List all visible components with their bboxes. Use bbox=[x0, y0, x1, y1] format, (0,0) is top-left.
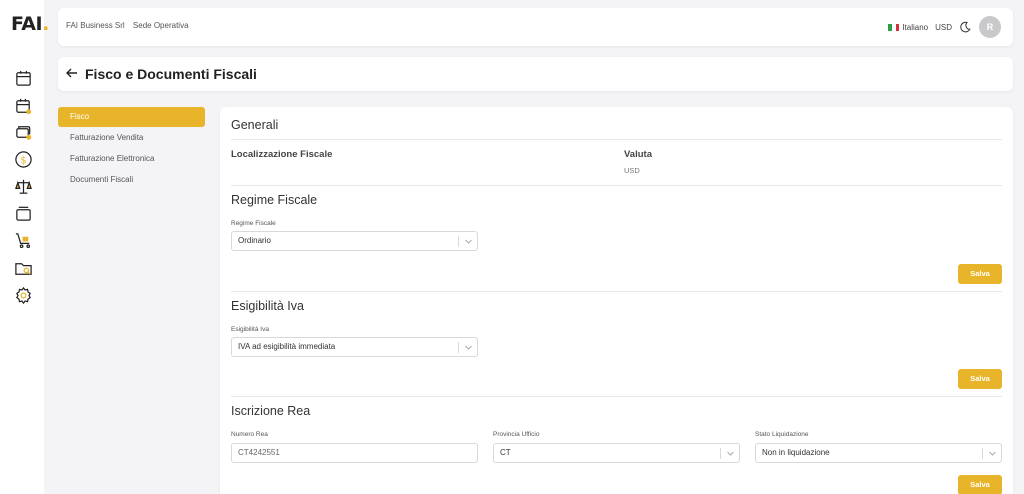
avatar[interactable]: R bbox=[979, 16, 1001, 38]
valuta-value: USD bbox=[624, 166, 640, 175]
stato-liquidazione-label: Stato Liquidazione bbox=[755, 431, 809, 438]
save-esigibilita-button[interactable]: Salva bbox=[958, 369, 1002, 389]
italy-flag-icon bbox=[888, 23, 900, 31]
select-separator bbox=[982, 448, 983, 459]
logo[interactable]: FAI. bbox=[11, 13, 49, 35]
nav-item-fatturazione-vendita[interactable]: Fatturazione Vendita bbox=[58, 128, 205, 148]
localizzazione-label: Localizzazione Fiscale bbox=[231, 149, 333, 160]
site-name[interactable]: Sede Operativa bbox=[133, 21, 189, 30]
back-arrow-icon[interactable] bbox=[65, 66, 79, 80]
provincia-ufficio-value: CT bbox=[500, 448, 511, 457]
chevron-down-icon bbox=[989, 451, 996, 456]
folder-search-icon[interactable] bbox=[13, 258, 33, 278]
stato-liquidazione-select[interactable]: Non in liquidazione bbox=[755, 443, 1002, 463]
company-name[interactable]: FAI Business Srl bbox=[66, 21, 125, 30]
numero-rea-label: Numero Rea bbox=[231, 431, 268, 438]
logo-text: FAI bbox=[11, 13, 43, 35]
divider bbox=[231, 139, 1002, 140]
cards-icon[interactable] bbox=[13, 122, 33, 142]
nav-item-fatturazione-elettronica[interactable]: Fatturazione Elettronica bbox=[58, 149, 205, 169]
section-title-regime-fiscale: Regime Fiscale bbox=[231, 193, 318, 207]
nav-item-documenti-fiscali[interactable]: Documenti Fiscali bbox=[58, 170, 205, 190]
divider bbox=[231, 291, 1002, 292]
sidebar-rail: FAI. $ bbox=[0, 0, 49, 494]
top-bar: FAI Business Srl Sede Operativa Italiano… bbox=[58, 8, 1013, 46]
main-panel: Generali Localizzazione Fiscale Valuta U… bbox=[220, 107, 1013, 494]
calendar-icon[interactable] bbox=[13, 68, 33, 88]
moon-icon[interactable] bbox=[959, 21, 971, 33]
company-breadcrumb: FAI Business Srl Sede Operativa bbox=[66, 21, 195, 30]
numero-rea-input[interactable]: CT4242551 bbox=[231, 443, 478, 463]
language-selector[interactable]: Italiano bbox=[902, 23, 928, 32]
divider bbox=[231, 185, 1002, 186]
regime-fiscale-label: Regime Fiscale bbox=[231, 220, 276, 227]
calendar-user-icon[interactable] bbox=[13, 96, 33, 116]
save-rea-button[interactable]: Salva bbox=[958, 475, 1002, 494]
esigibilita-iva-select[interactable]: IVA ad esigibilità immediata bbox=[231, 337, 478, 357]
chevron-down-icon bbox=[465, 345, 472, 350]
logo-dot: . bbox=[42, 13, 49, 35]
scale-icon[interactable] bbox=[13, 176, 33, 196]
title-bar: Fisco e Documenti Fiscali bbox=[58, 57, 1013, 91]
divider bbox=[231, 396, 1002, 397]
select-separator bbox=[720, 448, 721, 459]
top-right-controls: Italiano USD R bbox=[888, 16, 1001, 38]
nav-item-fisco[interactable]: Fisco bbox=[58, 107, 205, 127]
section-title-iscrizione-rea: Iscrizione Rea bbox=[231, 404, 311, 418]
save-regime-button[interactable]: Salva bbox=[958, 264, 1002, 284]
esigibilita-iva-value: IVA ad esigibilità immediata bbox=[238, 342, 336, 351]
regime-fiscale-select[interactable]: Ordinario bbox=[231, 231, 478, 251]
page-title: Fisco e Documenti Fiscali bbox=[85, 66, 257, 82]
chevron-down-icon bbox=[727, 451, 734, 456]
gear-icon[interactable] bbox=[13, 285, 33, 305]
provincia-ufficio-label: Provincia Ufficio bbox=[493, 431, 540, 438]
stato-liquidazione-value: Non in liquidazione bbox=[762, 448, 830, 457]
section-title-esigibilita-iva: Esigibilità Iva bbox=[231, 299, 304, 313]
settings-nav: Fisco Fatturazione Vendita Fatturazione … bbox=[58, 107, 205, 191]
layers-icon[interactable] bbox=[13, 203, 33, 223]
cart-icon[interactable] bbox=[13, 230, 33, 250]
esigibilita-iva-label: Esigibilità Iva bbox=[231, 326, 269, 333]
dollar-icon[interactable]: $ bbox=[13, 149, 33, 169]
section-title-generali: Generali bbox=[231, 118, 279, 132]
provincia-ufficio-select[interactable]: CT bbox=[493, 443, 740, 463]
currency-selector[interactable]: USD bbox=[935, 23, 952, 32]
select-separator bbox=[458, 342, 459, 353]
select-separator bbox=[458, 236, 459, 247]
valuta-label: Valuta bbox=[624, 149, 652, 160]
regime-fiscale-value: Ordinario bbox=[238, 236, 271, 245]
chevron-down-icon bbox=[465, 239, 472, 244]
svg-text:$: $ bbox=[20, 155, 26, 166]
